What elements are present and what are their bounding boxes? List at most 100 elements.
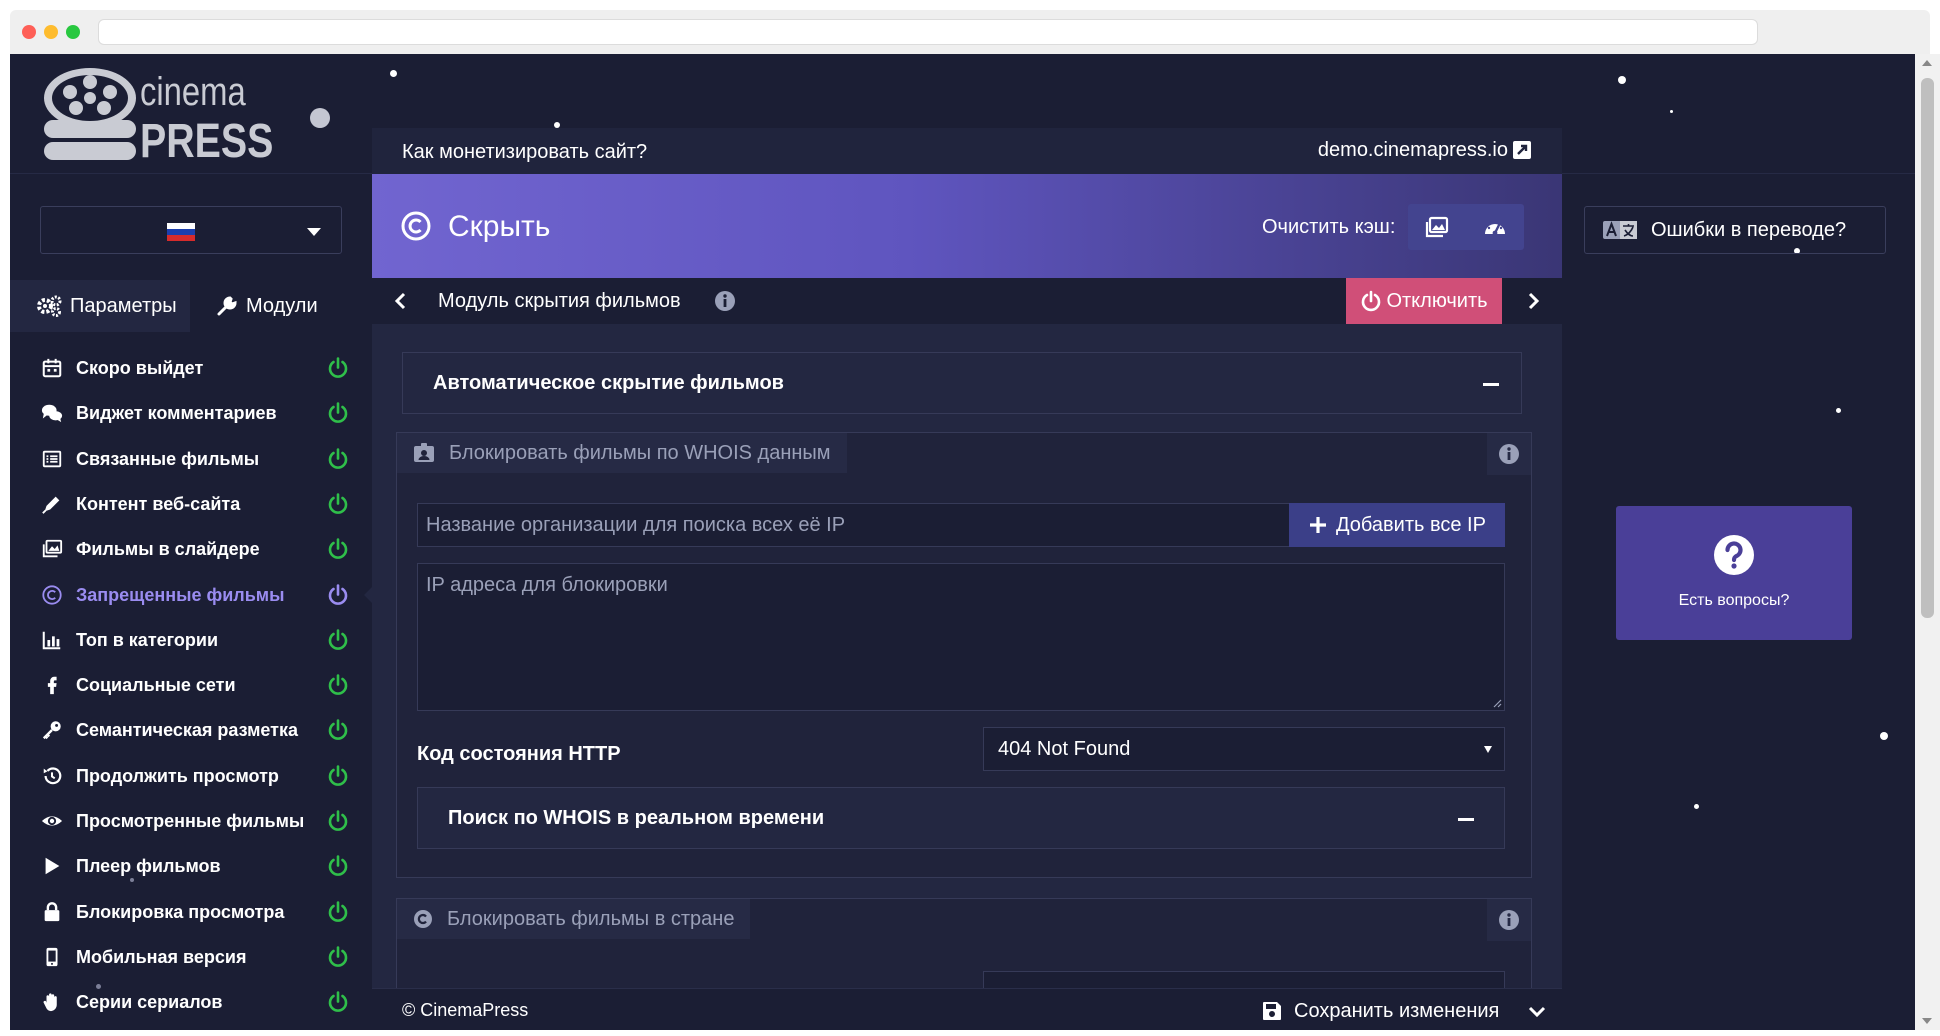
comments-icon: [40, 401, 64, 425]
scroll-up-arrow-icon[interactable]: [1922, 60, 1932, 66]
power-toggle-icon[interactable]: [326, 492, 350, 516]
power-toggle-icon[interactable]: [326, 628, 350, 652]
sidebar-item-label: Связанные фильмы: [76, 448, 260, 469]
sidebar-item[interactable]: Скоро выйдет: [10, 346, 372, 391]
mobile-icon: [40, 945, 64, 969]
power-toggle-icon[interactable]: [326, 447, 350, 471]
scroll-down-arrow-icon[interactable]: [1922, 1018, 1932, 1024]
window-maximize-dot[interactable]: [66, 25, 80, 39]
sidebar-item[interactable]: Серии сериалов: [10, 980, 372, 1025]
sidebar-item[interactable]: Топ в категории: [10, 618, 372, 663]
sidebar-item-label: Просмотренные фильмы: [76, 811, 305, 831]
tab-modules[interactable]: Модули: [190, 280, 370, 332]
cinemapress-logo[interactable]: cinema PRESS: [40, 62, 280, 172]
ip-addresses-textarea[interactable]: IP адреса для блокировки: [417, 563, 1505, 711]
decor-star: [390, 70, 397, 77]
tab-parameters[interactable]: Параметры: [10, 280, 190, 332]
sidebar-item[interactable]: Фильмы в слайдере: [10, 527, 372, 572]
collapse-icon[interactable]: [1483, 383, 1499, 386]
http-status-label: Код состояния HTTP: [417, 743, 621, 765]
sidebar-item[interactable]: Социальные сети: [10, 663, 372, 708]
domain-link[interactable]: demo.cinemapress.io: [1318, 139, 1508, 162]
sidebar-item[interactable]: Запрещенные фильмы: [10, 573, 372, 618]
sidebar-item-label: Серии сериалов: [76, 992, 223, 1013]
chevron-right-icon[interactable]: [1522, 290, 1544, 312]
collapse-icon[interactable]: [1458, 818, 1474, 821]
sidebar-item-label: Фильмы в слайдере: [76, 539, 260, 560]
power-toggle-icon[interactable]: [326, 537, 350, 561]
organization-input[interactable]: Название организации для поиска всех её …: [417, 503, 1289, 547]
http-status-select[interactable]: 404 Not Found: [983, 727, 1505, 771]
power-toggle-icon[interactable]: [326, 356, 350, 380]
clear-image-cache-button[interactable]: [1408, 204, 1466, 250]
power-toggle-icon[interactable]: [326, 900, 350, 924]
clear-page-cache-button[interactable]: [1466, 204, 1524, 250]
disable-module-button[interactable]: Отключить: [1346, 278, 1502, 324]
sidebar-item[interactable]: Продолжить просмотр: [10, 754, 372, 799]
copyright-text: © CinemaPress: [402, 1000, 529, 1020]
sidebar-item[interactable]: Мобильная версия: [10, 935, 372, 980]
country-info-button[interactable]: [1487, 899, 1531, 941]
realtime-whois-accordion[interactable]: Поиск по WHOIS в реальном времени: [417, 787, 1505, 849]
questions-label: Есть вопросы?: [1678, 592, 1790, 609]
power-toggle-icon[interactable]: [326, 990, 350, 1014]
power-toggle-icon[interactable]: [326, 854, 350, 878]
add-all-ip-label: Добавить все IP: [1336, 513, 1486, 536]
auto-hide-title: Автоматическое скрытие фильмов: [433, 372, 784, 394]
whois-info-button[interactable]: [1487, 433, 1531, 475]
clear-cache-group: [1408, 204, 1524, 250]
power-toggle-icon[interactable]: [326, 764, 350, 788]
scrollbar-thumb[interactable]: [1921, 78, 1934, 618]
sidebar-item[interactable]: Связанные фильмы: [10, 437, 372, 482]
monetize-link[interactable]: Как монетизировать сайт?: [402, 141, 647, 164]
tachometer-icon: [1485, 220, 1505, 236]
country-select[interactable]: [983, 971, 1505, 988]
power-toggle-icon[interactable]: [326, 401, 350, 425]
eye-icon: [40, 809, 64, 833]
sidebar-item-label: Контент веб-сайта: [76, 493, 241, 514]
info-icon: [1499, 910, 1519, 930]
save-changes-label: Сохранить изменения: [1294, 999, 1500, 1022]
organization-input-placeholder: Название организации для поиска всех её …: [426, 513, 846, 536]
power-toggle-icon[interactable]: [326, 583, 350, 607]
sidebar-item-label: Скоро выйдет: [76, 358, 204, 378]
sidebar-item[interactable]: Просмотренные фильмы: [10, 799, 372, 844]
realtime-whois-title: Поиск по WHOIS в реальном времени: [448, 807, 825, 829]
sidebar-item-label: Топ в категории: [76, 629, 219, 650]
auto-hide-accordion[interactable]: Автоматическое скрытие фильмов: [402, 352, 1522, 414]
list-icon: [40, 447, 64, 471]
chevron-left-icon[interactable]: [390, 290, 412, 312]
sidebar-item[interactable]: Контент веб-сайта: [10, 482, 372, 527]
module-content: Автоматическое скрытие фильмов Блокирова…: [372, 324, 1562, 988]
window-minimize-dot[interactable]: [44, 25, 58, 39]
power-toggle-icon[interactable]: [326, 809, 350, 833]
power-toggle-icon[interactable]: [326, 673, 350, 697]
caret-down-icon: [1484, 746, 1492, 753]
chevron-down-icon[interactable]: [1526, 1000, 1548, 1022]
module-bar: Модуль скрытия фильмов Отключить: [372, 278, 1562, 324]
power-toggle-icon[interactable]: [326, 945, 350, 969]
address-bar[interactable]: [98, 19, 1758, 45]
translation-errors-button[interactable]: Ошибки в переводе?: [1584, 206, 1886, 254]
add-all-ip-button[interactable]: Добавить все IP: [1289, 503, 1505, 547]
power-toggle-icon[interactable]: [326, 718, 350, 742]
page-scrollbar[interactable]: [1915, 54, 1940, 1030]
whois-fieldset: Блокировать фильмы по WHOIS данным Назва…: [396, 432, 1532, 878]
language-select[interactable]: [40, 206, 342, 254]
questions-box[interactable]: Есть вопросы?: [1616, 506, 1852, 640]
sidebar-item[interactable]: Плеер фильмов: [10, 844, 372, 889]
viewport: cinema PRESS Параметры Модули Скоро выйд: [10, 54, 1915, 1030]
main-panel: Как монетизировать сайт? demo.cinemapres…: [372, 128, 1562, 1030]
external-link-icon[interactable]: [1512, 140, 1532, 160]
window-close-dot[interactable]: [22, 25, 36, 39]
info-icon[interactable]: [714, 290, 736, 312]
browser-chrome: [10, 10, 1930, 54]
sidebar-item-label: Семантическая разметка: [76, 720, 299, 741]
sidebar-item[interactable]: Виджет комментариев: [10, 391, 372, 436]
sidebar-item[interactable]: Блокировка просмотра: [10, 890, 372, 935]
save-changes-button[interactable]: Сохранить изменения: [1262, 989, 1499, 1030]
chart-icon: [40, 628, 64, 652]
history-icon: [40, 764, 64, 788]
resize-handle-icon[interactable]: [1492, 698, 1502, 708]
sidebar-item[interactable]: Семантическая разметка: [10, 708, 372, 753]
